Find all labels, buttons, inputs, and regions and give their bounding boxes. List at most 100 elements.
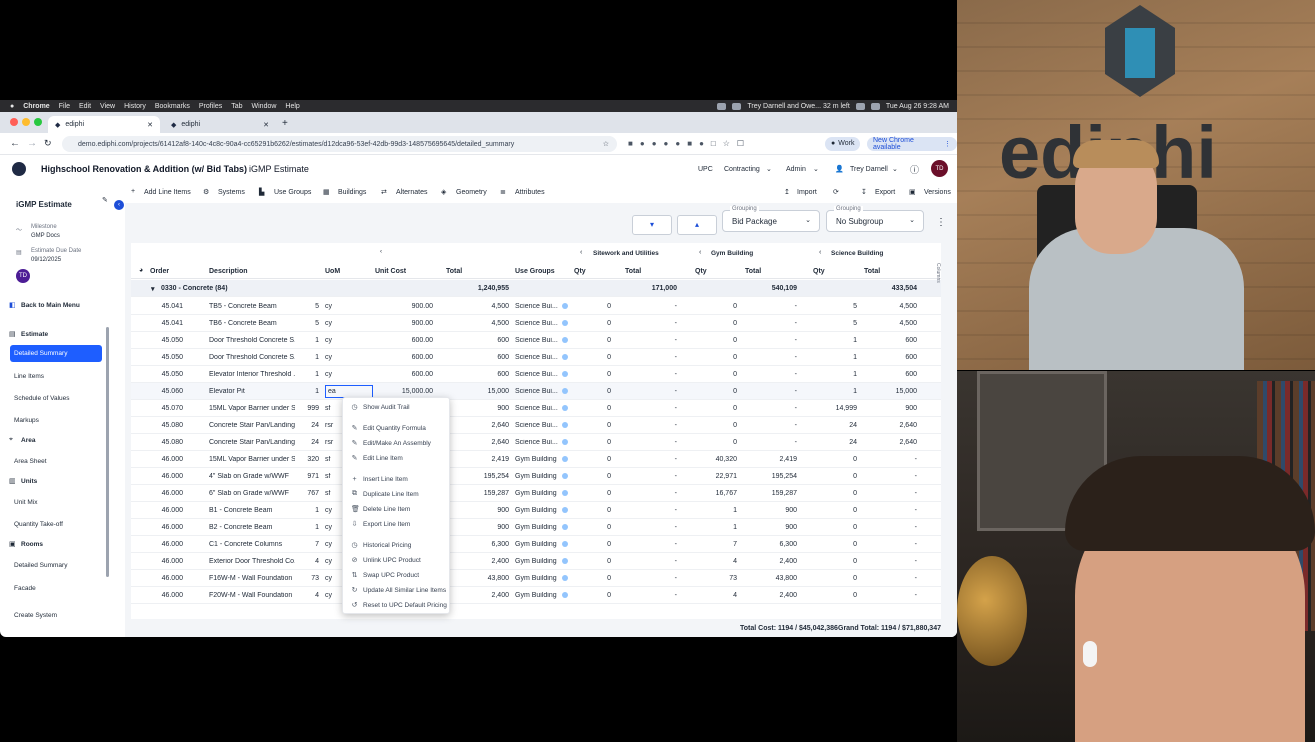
cell-q2[interactable]: 1 [681,524,737,531]
chevron-left-icon[interactable]: ‹ [380,249,382,255]
mac-menu-item[interactable]: Edit [79,103,91,110]
cell-uom[interactable]: sf [325,473,343,480]
collapse-sidebar-icon[interactable]: ‹ [114,200,124,210]
cell-uom[interactable]: rsr [325,439,343,446]
sync-icon[interactable]: ⟳ [833,188,839,196]
cell-t1[interactable]: - [617,524,677,531]
cell-use[interactable]: Gym Building [515,473,560,480]
table-row[interactable]: 46.000 C1 - Concrete Columns 7 cy 6,300 Gym B… [131,536,941,553]
cell-q2[interactable]: 7 [681,541,737,548]
cell-q3[interactable]: 5 [801,303,857,310]
cell-q3[interactable]: 1 [801,388,857,395]
cell-t3[interactable]: 15,000 [857,388,917,395]
cell-q1[interactable]: 0 [561,422,611,429]
cell-qty[interactable]: 767 [297,490,319,497]
cell-q3[interactable]: 0 [801,490,857,497]
cell-desc[interactable]: Door Threshold Concrete S... [209,354,295,361]
cell-unit[interactable]: 600.00 [375,354,433,361]
info-icon[interactable] [562,388,568,394]
sidebar-item-rooms-detailed-summary[interactable]: Detailed Summary [14,562,67,569]
cell-order[interactable]: 46.000 [131,592,183,599]
back-to-main-menu-link[interactable]: Back to Main Menu [21,302,80,309]
table-row[interactable]: 45.070 15ML Vapor Barrier under S... 999 sf… [131,400,941,417]
cell-t3[interactable]: - [857,524,917,531]
cell-use[interactable]: Science Bui... [515,371,560,378]
forward-icon[interactable]: → [27,138,37,149]
column-sitework-total[interactable]: Total [625,268,641,275]
cell-desc[interactable]: Concrete Stair Pan/Landing... [209,439,295,446]
table-row[interactable]: 45.060 Elevator Pit 1 ea 15,000.00 15,000 Scie… [131,383,941,400]
sidebar-item-schedule-of-values[interactable]: Schedule of Values [14,395,70,402]
cell-desc[interactable]: Exterior Door Threshold Co... [209,558,295,565]
estimate-title[interactable]: iGMP Estimate [249,164,309,174]
cell-t2[interactable]: 6,300 [737,541,797,548]
context-menu-item[interactable]: 🗑 Delete Line Item [343,503,451,515]
cell-q3[interactable]: 0 [801,558,857,565]
cell-desc[interactable]: F16W-M - Wall Foundation [209,575,295,582]
cell-t3[interactable]: - [857,575,917,582]
cell-q3[interactable]: 5 [801,320,857,327]
cell-qty[interactable]: 1 [297,507,319,514]
cell-order[interactable]: 46.000 [131,490,183,497]
table-row[interactable]: 46.000 B1 - Concrete Beam 1 cy 900 Gym Buildi… [131,502,941,519]
extension-icon[interactable]: □ [711,139,716,148]
extension-icon[interactable]: ● [640,139,645,148]
column-uom[interactable]: UoM [325,268,340,275]
info-icon[interactable] [562,592,568,598]
cell-desc[interactable]: TB5 - Concrete Beam [209,303,295,310]
mac-menu-item[interactable]: Profiles [199,103,222,110]
cell-t1[interactable]: - [617,592,677,599]
column-gym-qty[interactable]: Qty [695,268,707,275]
cell-qty[interactable]: 320 [297,456,319,463]
table-row[interactable]: 45.080 Concrete Stair Pan/Landing... 24 rsr… [131,417,941,434]
cell-unit[interactable]: 600.00 [375,337,433,344]
sidebar-item-facade[interactable]: Facade [14,585,36,592]
cell-q3[interactable]: 24 [801,422,857,429]
sidebar-item-unit-mix[interactable]: Unit Mix [14,499,37,506]
table-row[interactable]: 45.050 Elevator Interior Threshold ... 1 cy… [131,366,941,383]
info-icon[interactable] [562,456,568,462]
chevron-left-icon[interactable]: ‹ [819,249,821,256]
mac-menu-item[interactable]: Chrome [23,103,49,110]
cell-order[interactable]: 46.000 [131,456,183,463]
cell-q2[interactable]: 0 [681,422,737,429]
cell-q1[interactable]: 0 [561,575,611,582]
cell-t2[interactable]: - [737,439,797,446]
cell-order[interactable]: 46.000 [131,524,183,531]
cell-t1[interactable]: - [617,541,677,548]
cell-t1[interactable]: - [617,507,677,514]
wifi-icon[interactable] [855,102,865,110]
context-menu-item[interactable]: ✎ Edit/Make An Assembly [343,437,451,449]
table-row[interactable]: 45.050 Door Threshold Concrete S... 1 cy 600… [131,349,941,366]
table-row[interactable]: 46.000 Exterior Door Threshold Co... 4 cy 2,… [131,553,941,570]
info-icon[interactable] [562,490,568,496]
status-icon[interactable] [717,102,727,110]
cell-desc[interactable]: Concrete Stair Pan/Landing... [209,422,295,429]
cell-uom[interactable]: cy [325,524,343,531]
ediphi-logo-icon[interactable] [12,162,26,176]
avatar[interactable]: TD [931,160,948,177]
edit-icon[interactable]: ✎ [102,196,108,204]
info-icon[interactable] [562,541,568,547]
table-row[interactable]: 46.000 15ML Vapor Barrier under S... 320 sf… [131,451,941,468]
cell-use[interactable]: Gym Building [515,524,560,531]
cell-q1[interactable]: 0 [561,524,611,531]
project-title[interactable]: Highschool Renovation & Addition (w/ Bid… [41,164,247,174]
column-unit-cost[interactable]: Unit Cost [375,268,406,275]
chevron-down-icon[interactable]: ▾ [151,285,155,293]
cell-uom[interactable]: cy [325,558,343,565]
cell-use[interactable]: Gym Building [515,507,560,514]
cell-t3[interactable]: - [857,592,917,599]
cell-t3[interactable]: 4,500 [857,320,917,327]
cell-use[interactable]: Science Bui... [515,388,560,395]
cell-uom[interactable]: cy [325,507,343,514]
apple-icon[interactable]: ● [10,103,14,110]
cell-order[interactable]: 45.050 [131,354,183,361]
status-icon[interactable] [732,102,742,110]
cell-q2[interactable]: 0 [681,320,737,327]
info-icon[interactable] [562,337,568,343]
cell-t2[interactable]: 900 [737,524,797,531]
cell-q2[interactable]: 0 [681,354,737,361]
nav-user[interactable]: Trey Darnell [850,166,888,173]
mac-menu-item[interactable]: File [59,103,70,110]
